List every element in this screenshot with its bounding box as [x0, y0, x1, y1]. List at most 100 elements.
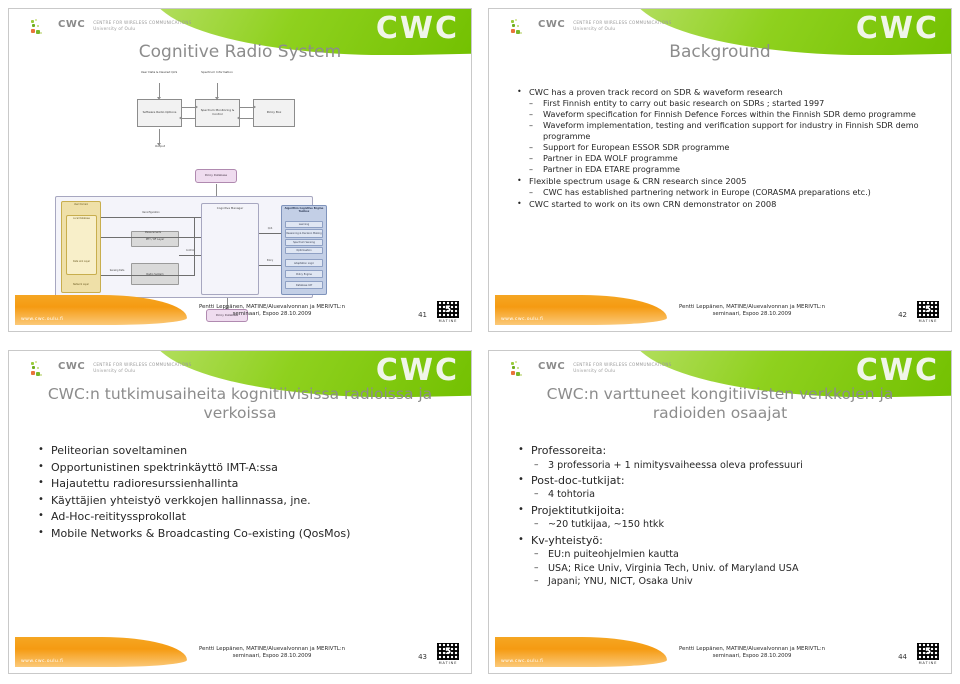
diagram-panel-title: Algorithm Cognitive Engine Toolbox	[284, 207, 324, 213]
sub-bullet-item: Waveform specification for Finnish Defen…	[529, 109, 933, 120]
footer-credit-line2: seminaari, Espoo 28.10.2009	[232, 311, 312, 318]
matine-logo-icon: 5 MATINE	[437, 301, 459, 323]
bullet-item: Opportunistinen spektrinkäyttö IMT-A:ssa	[35, 460, 453, 476]
diagram-edge-label-control: Control	[186, 249, 194, 252]
bullet-item: Hajautettu radioresurssienhallinta	[35, 476, 453, 492]
diagram-box-software-radio: Software Radio Options	[137, 99, 182, 127]
sub-bullet-text: 4 tohtoria	[548, 489, 595, 500]
diagram-arrow-policy-to-sm	[237, 116, 253, 120]
cwc-logo-text: CENTRE FOR WIRELESS COMMUNICATIONS Unive…	[570, 361, 671, 374]
footer-url[interactable]: www.cwc.oulu.fi	[501, 659, 544, 664]
bullet-text: Peliteorian soveltaminen	[51, 444, 187, 457]
cwc-logo-line2: University of Oulu	[573, 368, 616, 373]
matine-logo-glyph: 5	[924, 646, 932, 657]
matine-logo-caption: MATINE	[918, 319, 938, 323]
slide-42[interactable]: CWC CWC CENTRE FOR WIRELESS COMMUNICATIO…	[488, 8, 952, 332]
cwc-ghost-watermark: CWC	[375, 11, 459, 46]
slide-footer: www.cwc.oulu.fi Pentti Leppänen, MATINE/…	[489, 287, 951, 331]
slide-body: Professoreita: 3 professoria + 1 nimitys…	[515, 443, 933, 627]
diagram-arrow-sm-to-sr	[179, 116, 195, 120]
slide-body: Peliteorian soveltaminen Opportunistinen…	[35, 443, 453, 627]
slide-cell-43: CWC CWC CENTRE FOR WIRELESS COMMUNICATIO…	[0, 342, 480, 684]
footer-credit-line1: Pentti Leppänen, MATINE/Aluevalvonnan ja…	[198, 645, 346, 652]
cwc-logo-text: CENTRE FOR WIRELESS COMMUNICATIONS Unive…	[570, 19, 671, 32]
sub-bullet-item: 4 tohtoria	[531, 488, 933, 501]
diagram-panel-item-1: Reasoning & Decision Making	[285, 229, 323, 238]
sub-bullet-text: Support for European ESSOR SDR programme	[543, 142, 729, 152]
bullet-item: Post-doc-tutkijat: 4 tohtoria	[515, 473, 933, 502]
cwc-logo-acronym: CWC	[58, 361, 86, 372]
footer-url[interactable]: www.cwc.oulu.fi	[21, 659, 64, 664]
sub-bullet-item: Japani; YNU, NICT, Osaka Univ	[531, 575, 933, 588]
diagram-panel-item-5: Policy Engine	[285, 270, 323, 278]
diagram-label-cognitive-manager: Cognitive Manager	[216, 206, 244, 210]
diagram-arrow-user-data-down	[157, 83, 161, 100]
footer-url[interactable]: www.cwc.oulu.fi	[501, 317, 544, 322]
cwc-logo: CWC CENTRE FOR WIRELESS COMMUNICATIONS U…	[31, 361, 192, 379]
slide-number: 42	[898, 311, 907, 319]
footer-credit: Pentti Leppänen, MATINE/Aluevalvonnan ja…	[639, 304, 865, 319]
diagram-arrow-sr-to-sm	[182, 105, 198, 109]
diagram-box-cognitive-manager-frame	[201, 203, 259, 295]
diagram-label-spectrum-info: Spectrum Information	[201, 70, 233, 74]
bullet-list-level2: CWC has established partnering network i…	[529, 187, 933, 198]
slide-cell-41: CWC CWC CENTRE FOR WIRELESS COMMUNICATIO…	[0, 0, 480, 342]
sub-bullet-text: Partner in EDA ETARE programme	[543, 164, 680, 174]
diagram-box-spectrum-monitoring: Spectrum Monitoring & Control	[195, 99, 240, 127]
slide-footer: www.cwc.oulu.fi Pentti Leppänen, MATINE/…	[489, 629, 951, 673]
sub-bullet-text: Japani; YNU, NICT, Osaka Univ	[548, 576, 693, 587]
cwc-logo-mark-icon	[31, 19, 53, 37]
slide-41[interactable]: CWC CWC CENTRE FOR WIRELESS COMMUNICATIO…	[8, 8, 472, 332]
diagram-pill-policy-database-top: Policy Database	[195, 169, 237, 183]
sub-bullet-text: ~20 tutkijaa, ~150 htkk	[548, 519, 664, 530]
diagram-box-local-database	[66, 215, 97, 275]
sub-bullet-item: Waveform implementation, testing and ver…	[529, 120, 933, 142]
slide-grid: CWC CWC CENTRE FOR WIRELESS COMMUNICATIO…	[0, 0, 960, 684]
diagram-line-control	[179, 255, 201, 256]
footer-url[interactable]: www.cwc.oulu.fi	[21, 317, 64, 322]
sub-bullet-item: USA; Rice Univ, Virginia Tech, Univ. of …	[531, 562, 933, 575]
slide-cell-44: CWC CWC CENTRE FOR WIRELESS COMMUNICATIO…	[480, 342, 960, 684]
bullet-text: Käyttäjien yhteistyö verkkojen hallinnas…	[51, 494, 311, 507]
bullet-item: Peliteorian soveltaminen	[35, 443, 453, 459]
diagram-line-policy	[259, 265, 281, 266]
diagram-arrow-spectrum-info-down	[215, 83, 219, 100]
sub-bullet-item: First Finnish entity to carry out basic …	[529, 98, 933, 109]
bullet-list-level1: Peliteorian soveltaminen Opportunistinen…	[35, 443, 453, 541]
bullet-item: Professoreita: 3 professoria + 1 nimitys…	[515, 443, 933, 472]
matine-logo-mark: 5	[917, 301, 939, 318]
footer-credit-line1: Pentti Leppänen, MATINE/Aluevalvonnan ja…	[198, 303, 346, 310]
cwc-ghost-watermark: CWC	[375, 353, 459, 388]
bullet-list-level1: Professoreita: 3 professoria + 1 nimitys…	[515, 443, 933, 588]
slide-43[interactable]: CWC CWC CENTRE FOR WIRELESS COMMUNICATIO…	[8, 350, 472, 674]
matine-logo-mark: 5	[437, 301, 459, 318]
diagram-line-query	[259, 233, 281, 234]
diagram-edge-label-qos: QoS	[267, 227, 273, 230]
cognitive-radio-system-diagram: User Data & Desired QoS Spectrum Informa…	[9, 65, 471, 322]
bullet-text: Post-doc-tutkijat:	[531, 474, 625, 487]
slide-footer: www.cwc.oulu.fi Pentti Leppänen, MATINE/…	[9, 629, 471, 673]
bullet-text: Professoreita:	[531, 444, 606, 457]
cwc-ghost-watermark: CWC	[855, 11, 939, 46]
footer-credit-line1: Pentti Leppänen, MATINE/Aluevalvonnan ja…	[678, 303, 826, 310]
sub-bullet-item: EU:n puiteohjelmien kautta	[531, 548, 933, 561]
sub-bullet-text: USA; Rice Univ, Virginia Tech, Univ. of …	[548, 563, 799, 574]
bullet-item: Kv-yhteistyö: EU:n puiteohjelmien kautta…	[515, 533, 933, 589]
sub-bullet-item: Support for European ESSOR SDR programme	[529, 142, 933, 153]
bullet-list-level2: ~20 tutkijaa, ~150 htkk	[531, 518, 933, 531]
slide-44[interactable]: CWC CWC CENTRE FOR WIRELESS COMMUNICATIO…	[488, 350, 952, 674]
diagram-box-radio-system: Radio System	[131, 263, 179, 285]
cwc-logo-acronym: CWC	[538, 19, 566, 30]
cwc-logo-acronym: CWC	[58, 19, 86, 30]
bullet-list-level2: 3 professoria + 1 nimitysvaiheessa oleva…	[531, 459, 933, 472]
footer-credit-line2: seminaari, Espoo 28.10.2009	[232, 653, 312, 660]
footer-credit: Pentti Leppänen, MATINE/Aluevalvonnan ja…	[639, 646, 865, 661]
cwc-logo-mark-icon	[511, 19, 533, 37]
diagram-line-vertical-left	[194, 217, 195, 275]
matine-logo-caption: MATINE	[438, 319, 458, 323]
bullet-text: Flexible spectrum usage & CRN research s…	[529, 176, 746, 186]
bullet-item: Flexible spectrum usage & CRN research s…	[515, 176, 933, 198]
bullet-text: Projektitutkijoita:	[531, 504, 625, 517]
cwc-logo-text: CENTRE FOR WIRELESS COMMUNICATIONS Unive…	[90, 361, 191, 374]
slide-title: CWC:n varttuneet kongitiivisten verkkoje…	[546, 385, 894, 422]
